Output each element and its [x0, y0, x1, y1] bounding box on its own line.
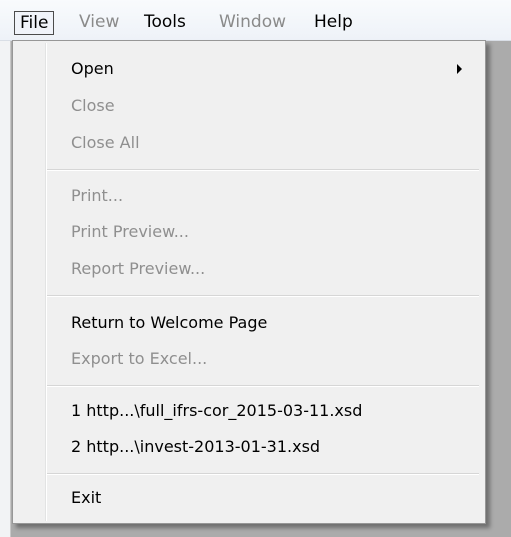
menu-separator — [47, 385, 479, 387]
menu-file[interactable]: File — [14, 11, 55, 35]
window-edge — [0, 41, 11, 537]
menu-gutter-highlight — [46, 43, 47, 521]
menu-item-open[interactable]: Open — [71, 54, 114, 84]
menu-item-recent-1[interactable]: 1 http...\full_ifrs-cor_2015-03-11.xsd — [71, 396, 362, 426]
menu-item-export-excel[interactable]: Export to Excel... — [71, 344, 207, 374]
menu-item-report-preview[interactable]: Report Preview... — [71, 254, 205, 284]
submenu-arrow-icon — [457, 64, 462, 74]
menu-bar: File View Tools Window Help — [0, 0, 511, 41]
menu-item-close[interactable]: Close — [71, 91, 115, 121]
menu-help[interactable]: Help — [314, 10, 353, 34]
menu-item-print-preview[interactable]: Print Preview... — [71, 217, 189, 247]
menu-separator — [47, 473, 479, 475]
menu-item-exit[interactable]: Exit — [71, 483, 101, 513]
menu-window[interactable]: Window — [219, 10, 286, 34]
menu-item-close-all[interactable]: Close All — [71, 128, 140, 158]
menu-tools[interactable]: Tools — [144, 10, 186, 34]
menu-item-return-welcome[interactable]: Return to Welcome Page — [71, 308, 267, 338]
menu-item-recent-2[interactable]: 2 http...\invest-2013-01-31.xsd — [71, 432, 320, 462]
menu-view[interactable]: View — [79, 10, 119, 34]
menu-item-print[interactable]: Print... — [71, 181, 123, 211]
menu-separator — [47, 295, 479, 297]
menu-separator — [47, 169, 479, 171]
file-dropdown-menu: Open Close Close All Print... Print Prev… — [12, 40, 486, 524]
